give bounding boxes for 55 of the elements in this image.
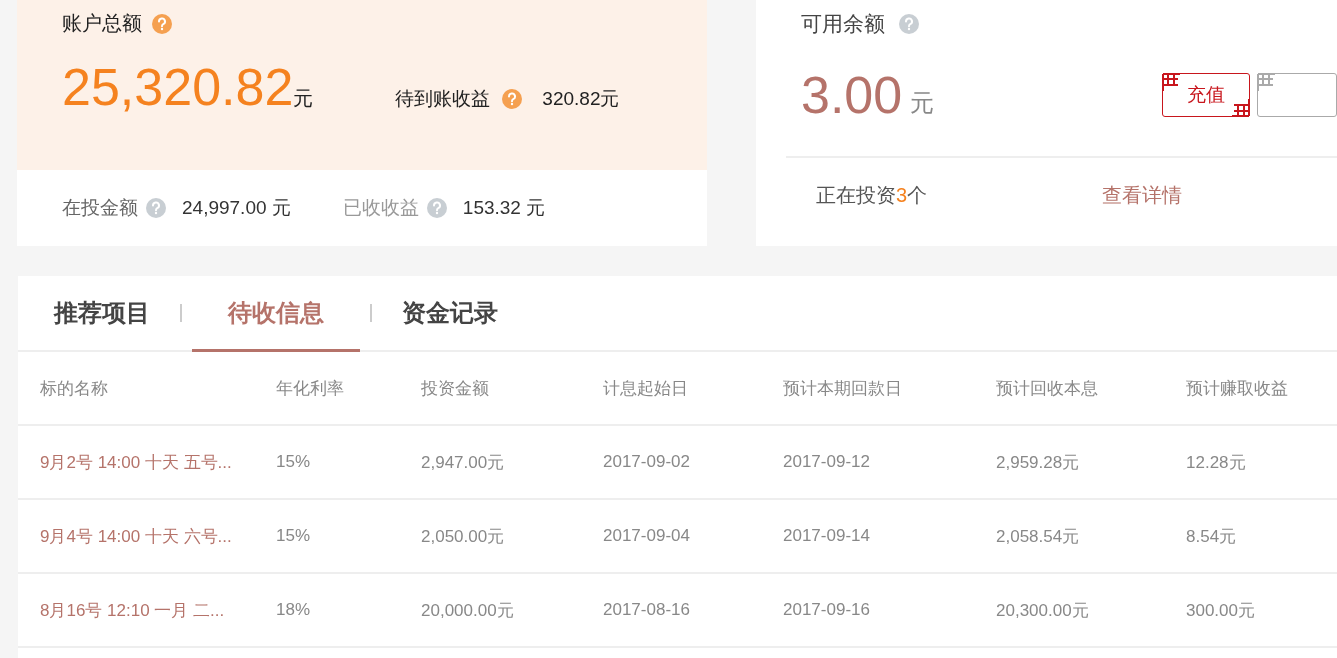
view-details-link[interactable]: 查看详情 <box>1102 181 1183 209</box>
table-cell-text: 300.00元 <box>1186 599 1256 622</box>
tab[interactable]: 待收信息 <box>192 276 360 352</box>
table-cell-text: 2,959.28元 <box>996 451 1081 474</box>
table-cell-text: 2017-09-14 <box>783 526 871 546</box>
stat-value: 24,997.00 元 <box>182 196 291 220</box>
project-name-link[interactable]: 9月2号 14:00 十天 五号... <box>40 450 276 474</box>
table-cell-text: 2,058.54元 <box>996 525 1081 548</box>
column-header: 预计回收本息 <box>996 377 1099 400</box>
currency-unit: 元 <box>293 86 314 111</box>
project-name-link[interactable]: 8月16号 12:10 一月 二... <box>40 598 276 622</box>
tab[interactable]: 推荐项目 <box>34 276 170 352</box>
column-header: 预计赚取收益 <box>1186 377 1289 400</box>
table-cell-text: 20,000.00元 <box>421 599 515 622</box>
table-cell-text: 2017-09-02 <box>603 452 691 472</box>
card-title: 可用余额 <box>801 11 885 37</box>
pending-label: 待到账收益 <box>395 87 491 111</box>
balance-amount: 3.00 <box>801 65 903 125</box>
recharge-button[interactable]: 充值 <box>1162 73 1250 117</box>
column-header: 标的名称 <box>40 377 109 400</box>
secondary-button[interactable] <box>1257 73 1337 117</box>
card-title: 账户总额 <box>62 11 142 36</box>
table-cell-text: 8.54元 <box>1186 525 1238 548</box>
project-name-link[interactable]: 9月4号 14:00 十天 六号... <box>40 524 276 548</box>
table-cell-text: 2,947.00元 <box>421 451 506 474</box>
stat-label: 在投金额 <box>62 196 138 220</box>
table-cell-text: 12.28元 <box>1186 451 1247 474</box>
stat-value: 153.32 元 <box>462 196 546 220</box>
corner-ornament-icon <box>1162 73 1183 93</box>
table-cell-text: 2017-09-12 <box>783 452 871 472</box>
table-cell-text: 2017-09-16 <box>783 600 871 620</box>
column-header: 计息起始日 <box>603 377 689 400</box>
table-cell-text: 15% <box>276 526 312 546</box>
help-icon[interactable] <box>502 89 523 109</box>
table-cell-text: 15% <box>276 452 312 472</box>
help-icon[interactable] <box>426 198 447 218</box>
column-header: 年化利率 <box>276 377 345 400</box>
tab[interactable]: 资金记录 <box>382 276 518 352</box>
table-cell-text: 20,300.00元 <box>996 599 1090 622</box>
column-header: 投资金额 <box>421 377 490 400</box>
table-cell-text: 18% <box>276 600 312 620</box>
table-cell-text: 2,050.00元 <box>421 525 506 548</box>
stat-label: 已收收益 <box>342 196 419 220</box>
column-header: 预计本期回款日 <box>783 377 903 400</box>
help-icon[interactable] <box>899 14 919 34</box>
help-icon[interactable] <box>152 13 172 34</box>
corner-ornament-icon <box>1257 73 1277 93</box>
investing-count-text: 正在投资3个 <box>816 182 928 208</box>
total-amount: 25,320.82 <box>62 57 294 117</box>
table-cell-text: 2017-08-16 <box>603 600 691 620</box>
help-icon[interactable] <box>146 198 166 218</box>
corner-ornament-icon <box>1230 97 1250 117</box>
currency-unit: 元 <box>910 88 935 118</box>
pending-value: 320.82元 <box>542 87 620 111</box>
table-cell-text: 2017-09-04 <box>603 526 691 546</box>
